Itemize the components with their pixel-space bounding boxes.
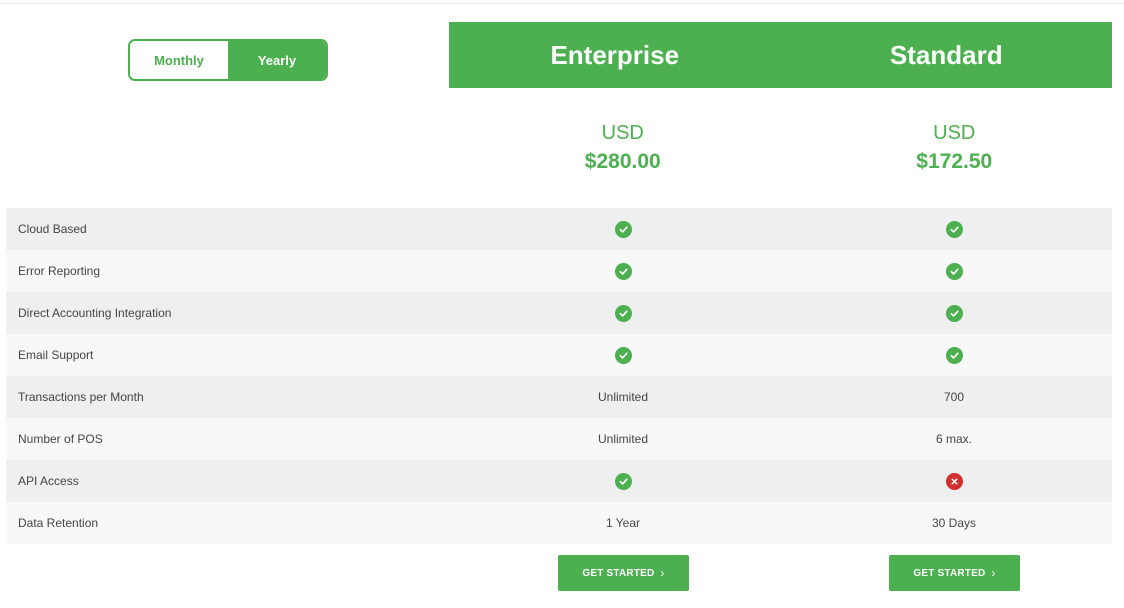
get-started-button-enterprise[interactable]: GET STARTED ›	[558, 555, 689, 591]
standard-cell	[874, 220, 1034, 238]
x-circle-icon	[945, 472, 963, 490]
toggle-monthly[interactable]: Monthly	[130, 41, 228, 79]
feature-label: Email Support	[18, 348, 94, 362]
check-circle-icon	[614, 220, 632, 238]
price-enterprise: USD $280.00	[457, 120, 789, 178]
feature-row: Error Reporting	[6, 250, 1112, 292]
feature-row: Direct Accounting Integration	[6, 292, 1112, 334]
check-circle-icon	[945, 220, 963, 238]
feature-label: API Access	[18, 474, 79, 488]
billing-period-toggle[interactable]: Monthly Yearly	[128, 39, 328, 81]
enterprise-cell	[543, 472, 703, 490]
enterprise-cell	[543, 220, 703, 238]
plan-header-enterprise: Enterprise	[449, 22, 781, 88]
enterprise-cell: 1 Year	[605, 516, 641, 530]
check-circle-icon	[945, 346, 963, 364]
enterprise-cell	[543, 346, 703, 364]
button-label: GET STARTED	[582, 567, 655, 579]
currency-label: USD	[601, 122, 644, 144]
button-label: GET STARTED	[913, 567, 986, 579]
enterprise-cell	[543, 304, 703, 322]
standard-cell	[874, 304, 1034, 322]
enterprise-cell: Unlimited	[597, 390, 648, 404]
feature-comparison-table: Cloud Based Error Reporting Direct Accou…	[6, 208, 1112, 544]
get-started-button-standard[interactable]: GET STARTED ›	[889, 555, 1020, 591]
feature-row: Data Retention 1 Year 30 Days	[6, 502, 1112, 544]
plan-header-standard: Standard	[780, 22, 1112, 88]
feature-label: Number of POS	[18, 432, 103, 446]
standard-cell: 700	[943, 390, 965, 404]
chevron-right-icon: ›	[991, 566, 996, 580]
check-circle-icon	[614, 472, 632, 490]
price-amount: $172.50	[916, 150, 993, 173]
toggle-yearly[interactable]: Yearly	[228, 41, 326, 79]
feature-row: Number of POS Unlimited 6 max.	[6, 418, 1112, 460]
check-circle-icon	[614, 304, 632, 322]
standard-cell	[874, 472, 1034, 490]
feature-label: Data Retention	[18, 516, 99, 530]
enterprise-cell: Unlimited	[597, 432, 648, 446]
price-standard: USD $172.50	[789, 120, 1121, 178]
price-amount: $280.00	[584, 150, 661, 173]
feature-label: Transactions per Month	[18, 390, 144, 404]
standard-cell: 30 Days	[931, 516, 977, 530]
check-circle-icon	[945, 304, 963, 322]
currency-label: USD	[933, 122, 976, 144]
feature-row: Transactions per Month Unlimited 700	[6, 376, 1112, 418]
standard-cell	[874, 346, 1034, 364]
feature-row: API Access	[6, 460, 1112, 502]
check-circle-icon	[614, 262, 632, 280]
feature-label: Error Reporting	[18, 264, 101, 278]
standard-cell: 6 max.	[935, 432, 972, 446]
feature-label: Cloud Based	[18, 222, 87, 236]
feature-row: Email Support	[6, 334, 1112, 376]
standard-cell	[874, 262, 1034, 280]
enterprise-cell	[543, 262, 703, 280]
chevron-right-icon: ›	[660, 566, 665, 580]
feature-row: Cloud Based	[6, 208, 1112, 250]
feature-label: Direct Accounting Integration	[18, 306, 172, 320]
top-divider	[0, 3, 1124, 4]
check-circle-icon	[945, 262, 963, 280]
check-circle-icon	[614, 346, 632, 364]
